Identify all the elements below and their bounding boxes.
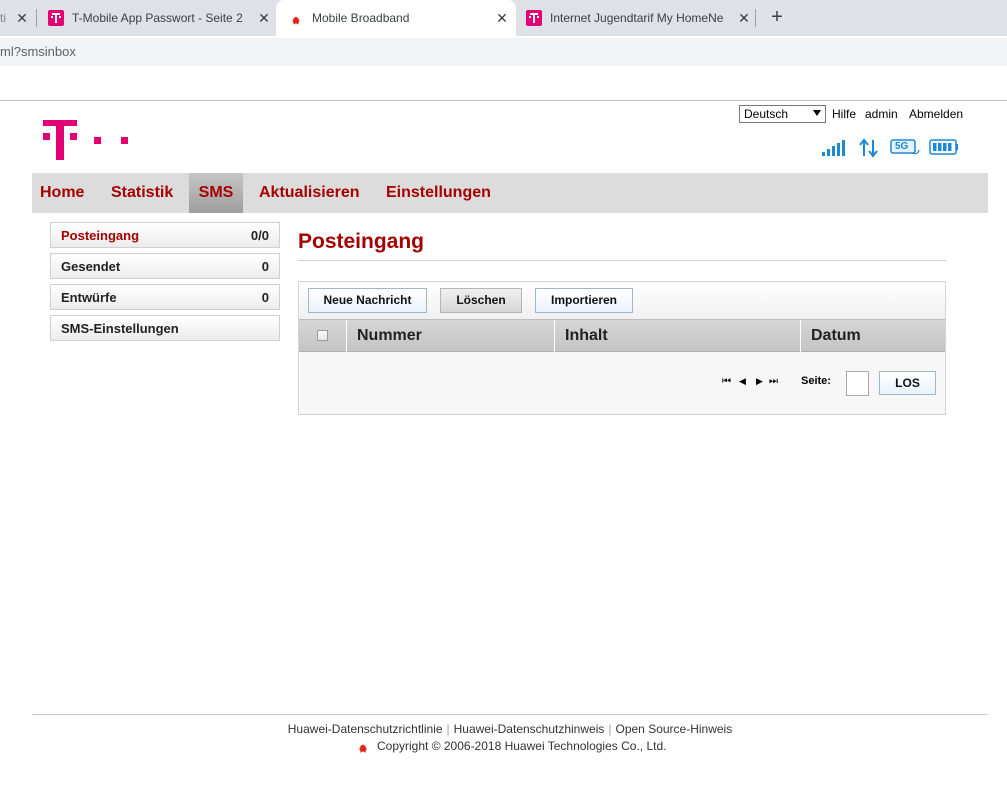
user-label: admin: [865, 107, 898, 121]
column-header-datum[interactable]: Datum: [800, 320, 945, 352]
data-transfer-icon: [859, 138, 878, 158]
main-nav: Home Statistik SMS Aktualisieren Einstel…: [32, 173, 988, 213]
inbox-panel: Neue Nachricht Löschen Importieren Numme…: [298, 281, 946, 415]
battery-icon: [929, 139, 958, 155]
close-icon[interactable]: ✕: [256, 10, 272, 27]
language-select[interactable]: Deutsch: [739, 105, 826, 123]
nav-einstellungen[interactable]: Einstellungen: [386, 173, 491, 213]
sidebar-item-gesendet[interactable]: Gesendet 0: [50, 253, 280, 279]
language-select-value: Deutsch: [744, 107, 789, 121]
huawei-logo-icon: [359, 744, 367, 753]
divider: [298, 260, 946, 261]
telekom-favicon-icon: [48, 10, 64, 26]
inbox-toolbar: Neue Nachricht Löschen Importieren: [299, 282, 945, 319]
last-page-icon[interactable]: ⏭: [769, 376, 778, 387]
close-icon[interactable]: ✕: [14, 10, 30, 27]
go-button[interactable]: LOS: [879, 371, 936, 395]
sidebar-item-label: Gesendet: [61, 259, 121, 274]
divider: [0, 100, 1007, 101]
sidebar-item-count: 0/0: [250, 228, 269, 243]
sidebar-item-posteingang[interactable]: Posteingang 0/0: [50, 222, 280, 248]
column-header-nummer[interactable]: Nummer: [346, 320, 554, 352]
first-page-icon[interactable]: ⏮: [722, 376, 731, 387]
nav-home[interactable]: Home: [40, 173, 84, 213]
column-header-inhalt[interactable]: Inhalt: [554, 320, 800, 352]
signal-strength-icon: [822, 140, 845, 156]
telekom-logo: [43, 120, 128, 160]
browser-tab-mobile-broadband[interactable]: Mobile Broadband ✕: [276, 0, 516, 36]
inbox-table-header: Nummer Inhalt Datum: [299, 319, 945, 352]
page-number-input[interactable]: [846, 371, 869, 396]
sidebar-item-count: 0: [261, 259, 269, 274]
sidebar-item-sms-einstellungen[interactable]: SMS-Einstellungen: [50, 315, 280, 341]
nav-statistik[interactable]: Statistik: [111, 173, 173, 213]
select-all-checkbox[interactable]: [317, 330, 328, 341]
copyright-text: Copyright © 2006-2018 Huawei Technologie…: [377, 739, 667, 753]
copyright: Copyright © 2006-2018 Huawei Technologie…: [354, 739, 666, 753]
nav-sms[interactable]: SMS: [189, 173, 243, 213]
divider: [32, 714, 988, 715]
logout-link[interactable]: Abmelden: [909, 107, 963, 121]
new-tab-button[interactable]: +: [766, 6, 788, 28]
sidebar-item-label: Entwürfe: [61, 290, 117, 305]
page-label: Seite:: [801, 375, 831, 387]
network-type-icon: 5G: [890, 138, 920, 156]
tab-title: Internet Jugendtarif My HomeNe: [550, 11, 724, 25]
address-bar[interactable]: ml?smsinbox: [0, 38, 1007, 66]
privacy-notice-link[interactable]: Huawei-Datenschutzhinweis: [454, 722, 605, 736]
nav-aktualisieren[interactable]: Aktualisieren: [259, 173, 359, 213]
tab-title: Mobile Broadband: [312, 11, 410, 25]
browser-tab-internet-jugendtarif[interactable]: Internet Jugendtarif My HomeNe ✕: [526, 0, 752, 36]
address-bar-area: ml?smsinbox: [0, 36, 1007, 68]
browser-tab-bar: ti ✕ T-Mobile App Passwort - Seite 2 ✕ M…: [0, 0, 1007, 36]
new-message-button[interactable]: Neue Nachricht: [308, 288, 427, 313]
tab-title: T-Mobile App Passwort - Seite 2: [72, 11, 243, 25]
privacy-policy-link[interactable]: Huawei-Datenschutzrichtlinie: [288, 722, 443, 736]
close-icon[interactable]: ✕: [736, 10, 752, 27]
open-source-notice-link[interactable]: Open Source-Hinweis: [616, 722, 733, 736]
sidebar-item-count: 0: [261, 290, 269, 305]
chevron-down-icon: [813, 110, 821, 116]
sidebar-item-label: Posteingang: [61, 228, 140, 243]
huawei-favicon-icon: [292, 16, 300, 25]
footer-links: Huawei-Datenschutzrichtlinie | Huawei-Date…: [287, 722, 733, 736]
help-link[interactable]: Hilfe: [832, 107, 856, 121]
prev-page-icon[interactable]: ◀: [739, 376, 746, 387]
telekom-favicon-icon: [526, 10, 542, 26]
next-page-icon[interactable]: ▶: [756, 376, 763, 387]
close-icon[interactable]: ✕: [494, 10, 510, 27]
browser-tab-partial[interactable]: ti ✕: [0, 0, 30, 36]
tab-title: ti: [0, 11, 6, 25]
network-type-label: 5G: [895, 141, 909, 152]
sidebar-item-entwuerfe[interactable]: Entwürfe 0: [50, 284, 280, 310]
delete-button[interactable]: Löschen: [440, 288, 522, 313]
page-title: Posteingang: [298, 230, 425, 253]
import-button[interactable]: Importieren: [535, 288, 633, 313]
sidebar-item-label: SMS-Einstellungen: [61, 321, 179, 336]
browser-tab-tmobile-app[interactable]: T-Mobile App Passwort - Seite 2 ✕: [48, 0, 272, 36]
